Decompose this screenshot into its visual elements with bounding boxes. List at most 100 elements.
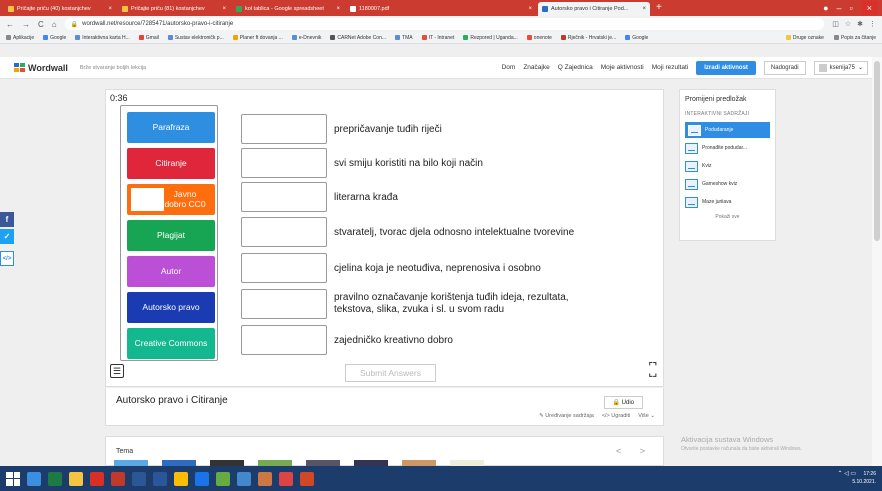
template-item[interactable]: Kviz bbox=[685, 158, 770, 174]
user-menu[interactable]: ksenija75 ⌄ bbox=[813, 60, 868, 75]
template-item[interactable]: Maze juriiava bbox=[685, 194, 770, 210]
bookmark[interactable]: Gmail bbox=[138, 35, 159, 41]
bookmark[interactable]: onenote bbox=[526, 35, 552, 41]
show-all-link[interactable]: Pokaži sve bbox=[685, 214, 770, 220]
theme-carousel-arrows[interactable]: < > bbox=[616, 446, 653, 456]
drop-slot[interactable] bbox=[241, 253, 327, 283]
more-link[interactable]: Više ⌄ bbox=[638, 413, 655, 419]
wordwall-logo[interactable]: Wordwall bbox=[14, 63, 68, 73]
browser-tab[interactable]: kol tablica - Google spreadsheet × bbox=[232, 2, 344, 16]
powerpoint-icon[interactable] bbox=[300, 471, 314, 486]
submit-answers-button[interactable]: Submit Answers bbox=[345, 364, 436, 382]
answer-tile[interactable]: Parafraza bbox=[127, 112, 215, 143]
browser-tab[interactable]: Pričajte priču (81) kostanjchev × bbox=[118, 2, 230, 16]
answer-tile[interactable]: Plagijat bbox=[127, 220, 215, 251]
chrome-icon[interactable] bbox=[174, 471, 188, 486]
window-close-icon[interactable]: × bbox=[860, 1, 878, 15]
bookmark[interactable]: Aplikacije bbox=[6, 35, 34, 41]
edit-content-link[interactable]: ✎ Uređivanje sadržaja bbox=[539, 413, 594, 419]
bookmark[interactable]: Google bbox=[43, 35, 66, 41]
drop-slot[interactable] bbox=[241, 217, 327, 247]
hamburger-menu-icon[interactable]: ☰ bbox=[110, 364, 124, 378]
explorer-icon[interactable] bbox=[69, 471, 83, 486]
reload-icon[interactable]: C bbox=[38, 20, 44, 29]
create-activity-button[interactable]: Izradi aktivnost bbox=[696, 60, 756, 75]
fullscreen-icon[interactable]: ⌜⌝ ⌞⌟ bbox=[649, 361, 657, 377]
drop-slot[interactable] bbox=[241, 182, 327, 212]
app-icon[interactable] bbox=[279, 471, 293, 486]
app-icon[interactable] bbox=[111, 471, 125, 486]
reading-list[interactable]: Popis za čitanje bbox=[833, 35, 876, 41]
template-item[interactable]: Pronađite podudar... bbox=[685, 140, 770, 156]
app-icon[interactable] bbox=[195, 471, 209, 486]
minimize-icon[interactable]: – bbox=[837, 3, 842, 13]
template-thumb-icon bbox=[685, 160, 698, 172]
template-item-selected[interactable]: Podudaranje bbox=[685, 122, 770, 138]
edge-icon[interactable] bbox=[27, 471, 41, 486]
word-icon[interactable] bbox=[153, 471, 167, 486]
drop-slot[interactable] bbox=[241, 325, 327, 355]
bookmark-folder[interactable]: Druge oznake bbox=[785, 35, 824, 41]
drop-slot[interactable] bbox=[241, 148, 327, 178]
browser-tab[interactable]: Pričajte priču (40) kostanjchev × bbox=[4, 2, 116, 16]
excel-icon[interactable] bbox=[48, 471, 62, 486]
bookmark[interactable]: Rezpored | Uganda... bbox=[463, 35, 518, 41]
answer-tile[interactable]: Autorsko pravo bbox=[127, 292, 215, 323]
nav-my-results[interactable]: Moji rezultati bbox=[652, 64, 688, 71]
app-icon[interactable] bbox=[132, 471, 146, 486]
nav-features[interactable]: Značajke bbox=[523, 64, 549, 71]
app-icon[interactable] bbox=[237, 471, 251, 486]
twitter-share-icon[interactable]: ✓ bbox=[0, 229, 14, 244]
system-tray-icons[interactable]: ⌃ ◁ ▭ bbox=[837, 471, 856, 477]
scrollbar-thumb[interactable] bbox=[874, 61, 880, 241]
url-field[interactable]: 🔒 wordwall.net/resource/7285471/autorsko-… bbox=[64, 18, 825, 30]
close-icon[interactable]: × bbox=[222, 6, 226, 12]
app-icon[interactable] bbox=[216, 471, 230, 486]
bookmark[interactable]: Google bbox=[625, 35, 648, 41]
close-icon[interactable]: × bbox=[108, 6, 112, 12]
nav-home[interactable]: Dom bbox=[502, 64, 516, 71]
drop-slot[interactable] bbox=[241, 289, 327, 319]
taskbar-clock[interactable]: ⌃ ◁ ▭ 17:26 5.10.2021. bbox=[837, 471, 876, 485]
app-icon[interactable] bbox=[258, 471, 272, 486]
page-scrollbar[interactable] bbox=[872, 57, 882, 466]
bookmark[interactable]: Interaktivna karta H... bbox=[75, 35, 130, 41]
bookmark[interactable]: TMA bbox=[395, 35, 413, 41]
nav-community[interactable]: Q Zajednica bbox=[558, 64, 593, 71]
answer-tile[interactable]: Autor bbox=[127, 256, 215, 287]
bookmark[interactable]: Planer ft dovanja ... bbox=[232, 35, 283, 41]
embed-code-icon[interactable]: </> bbox=[0, 251, 14, 266]
bookmark[interactable]: e-Dnevnik bbox=[291, 35, 321, 41]
maximize-icon[interactable]: ▫ bbox=[850, 3, 853, 13]
windows-start-icon[interactable] bbox=[6, 471, 20, 486]
browser-tab-active[interactable]: Autorsko pravo i Citiranje Pod... × bbox=[538, 2, 650, 16]
extension-icon[interactable]: ◫ bbox=[832, 20, 839, 28]
bookmark[interactable]: IT - Intranet bbox=[421, 35, 454, 41]
answer-tile[interactable]: Citiranje bbox=[127, 148, 215, 179]
forward-icon[interactable]: → bbox=[22, 20, 30, 29]
share-button[interactable]: 🔒 Udio bbox=[603, 396, 643, 409]
star-icon[interactable]: ☆ bbox=[845, 20, 851, 28]
close-icon[interactable]: × bbox=[528, 6, 532, 12]
bookmark[interactable]: CARNet Adobe Con... bbox=[330, 35, 386, 41]
facebook-share-icon[interactable]: f bbox=[0, 212, 14, 227]
home-icon[interactable]: ⌂ bbox=[52, 20, 57, 29]
app-icon[interactable] bbox=[90, 471, 104, 486]
profile-icon[interactable]: ● bbox=[823, 3, 828, 13]
new-tab-button[interactable]: + bbox=[656, 2, 662, 16]
nav-my-activities[interactable]: Moje aktivnosti bbox=[601, 64, 644, 71]
browser-tab[interactable]: 1180007.pdf × bbox=[346, 2, 536, 16]
bookmark[interactable]: Sustav elektroničk p... bbox=[167, 35, 224, 41]
menu-dots-icon[interactable]: ⋮ bbox=[869, 20, 876, 28]
upgrade-button[interactable]: Nadogradi bbox=[763, 60, 806, 75]
bookmark[interactable]: Rječnik - Hrvatski je... bbox=[560, 35, 616, 41]
template-item[interactable]: Gameshow kviz bbox=[685, 176, 770, 192]
answer-tile[interactable]: Javno dobro CC0 bbox=[127, 184, 215, 215]
back-icon[interactable]: ← bbox=[6, 20, 14, 29]
puzzle-icon[interactable]: ✱ bbox=[857, 20, 863, 28]
close-icon[interactable]: × bbox=[642, 6, 646, 12]
drop-slot[interactable] bbox=[241, 114, 327, 144]
embed-link[interactable]: </> Ugraditi bbox=[602, 413, 630, 419]
close-icon[interactable]: × bbox=[336, 6, 340, 12]
answer-tile[interactable]: Creative Commons bbox=[127, 328, 215, 359]
